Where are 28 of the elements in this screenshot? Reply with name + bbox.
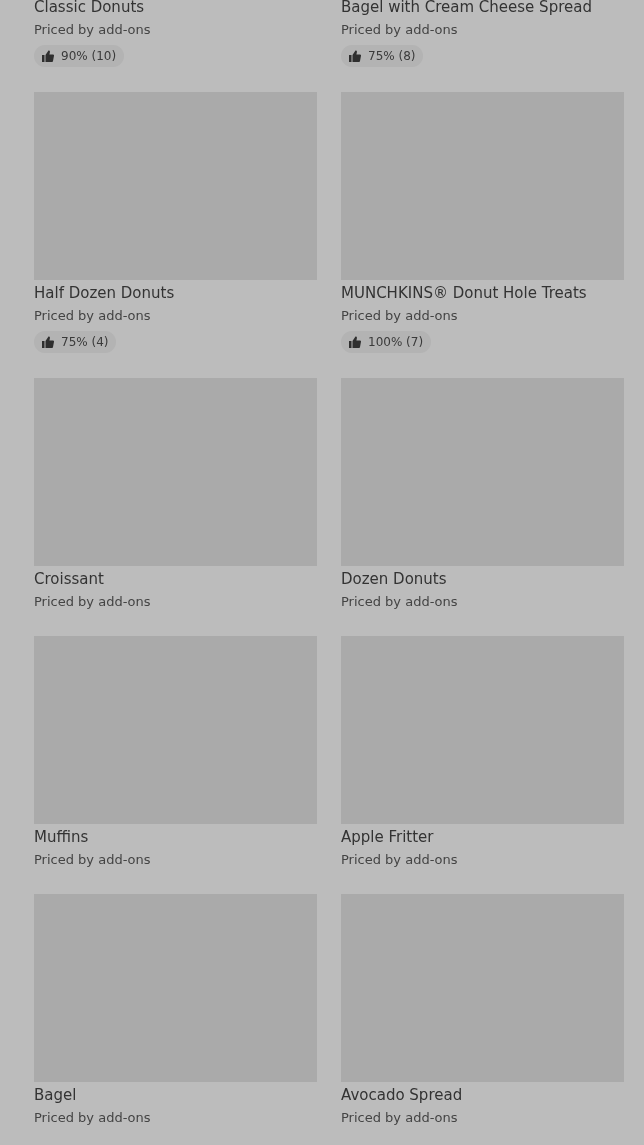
thumbs-up-icon (349, 50, 361, 62)
item-title[interactable]: MUNCHKINS® Donut Hole Treats (341, 283, 624, 303)
item-title[interactable]: Apple Fritter (341, 827, 624, 847)
rating-text: 100% (7) (368, 335, 424, 349)
item-price: Priced by add-ons (341, 851, 459, 869)
item-title[interactable]: Bagel with Cream Cheese Spread (341, 0, 624, 17)
thumbs-up-icon (42, 336, 54, 348)
item-price: Priced by add-ons (34, 851, 152, 869)
thumbs-up-icon (42, 50, 54, 62)
rating-text: 75% (4) (61, 335, 109, 349)
item-title[interactable]: Classic Donuts (34, 0, 317, 17)
item-title[interactable]: Avocado Spread (341, 1085, 624, 1105)
item-price: Priced by add-ons (341, 593, 459, 611)
item-price: Priced by add-ons (341, 307, 459, 325)
item-price: Priced by add-ons (34, 21, 152, 39)
item-price: Priced by add-ons (34, 307, 152, 325)
item-price: Priced by add-ons (34, 593, 152, 611)
item-price: Priced by add-ons (34, 1109, 152, 1127)
item-price: Priced by add-ons (341, 21, 459, 39)
item-price: Priced by add-ons (341, 1109, 459, 1127)
item-title[interactable]: Bagel (34, 1085, 317, 1105)
item-title[interactable]: Half Dozen Donuts (34, 283, 317, 303)
rating-text: 90% (10) (61, 49, 117, 63)
thumbs-up-icon (349, 336, 361, 348)
item-title[interactable]: Muffins (34, 827, 317, 847)
item-title[interactable]: Dozen Donuts (341, 569, 624, 589)
rating-text: 75% (8) (368, 49, 416, 63)
item-title[interactable]: Croissant (34, 569, 317, 589)
